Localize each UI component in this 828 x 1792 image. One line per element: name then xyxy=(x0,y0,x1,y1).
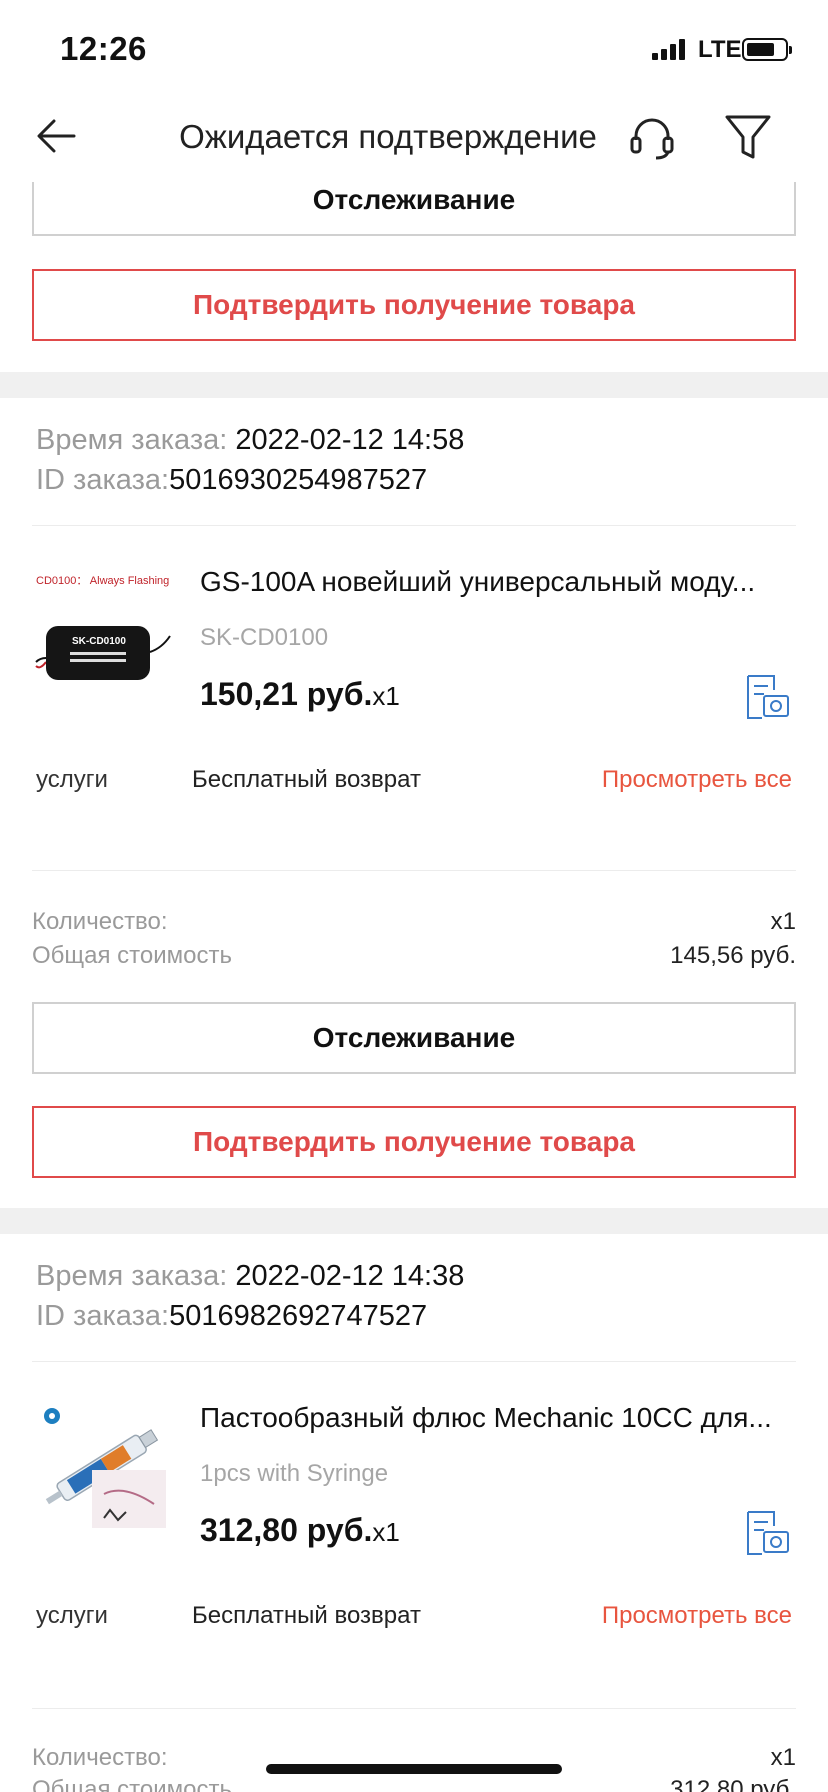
support-button[interactable] xyxy=(626,112,678,164)
divider xyxy=(32,870,796,871)
headset-icon xyxy=(630,118,674,160)
product-variant: 1pcs with Syringe xyxy=(200,1460,389,1487)
view-all-link[interactable]: Просмотреть все xyxy=(602,766,792,794)
app-header: Ожидается подтверждение xyxy=(0,92,828,182)
quantity-label: Количество: xyxy=(32,908,168,935)
order-id: ID заказа:5016930254987527 xyxy=(36,464,428,496)
services-label: услуги xyxy=(36,766,108,793)
divider xyxy=(32,1361,796,1362)
battery-icon xyxy=(742,38,792,61)
services-value: Бесплатный возврат xyxy=(192,1602,421,1629)
image-caption: CD0100： Always Flashing xyxy=(36,575,169,587)
image-device-label: SK-CD0100 xyxy=(72,636,126,647)
view-all-link[interactable]: Просмотреть все xyxy=(602,1602,792,1630)
divider xyxy=(32,525,796,526)
services-label: услуги xyxy=(36,1602,108,1629)
signal-icon xyxy=(652,38,688,60)
photo-review-icon xyxy=(747,1511,789,1555)
product-price: 150,21 руб.x1 xyxy=(200,676,400,712)
orders-list: Отслеживание Подтвердить получение товар… xyxy=(0,182,828,1792)
order-id: ID заказа:5016982692747527 xyxy=(36,1300,428,1332)
photo-review-button[interactable] xyxy=(744,1510,790,1556)
tracking-button[interactable]: Отслеживание xyxy=(32,1002,796,1074)
quantity-value: x1 xyxy=(770,908,796,935)
product-variant: SK-CD0100 xyxy=(200,624,329,651)
status-time: 12:26 xyxy=(60,30,147,67)
network-label: LTE xyxy=(698,36,742,63)
quantity-label: Количество: xyxy=(32,1744,168,1771)
total-label: Общая стоимость xyxy=(32,1776,232,1792)
total-value: 312,80 руб. xyxy=(670,1776,796,1792)
product-title[interactable]: GS-100A новейший универсальный моду... xyxy=(200,566,790,598)
product-image[interactable] xyxy=(34,1394,176,1536)
order-time: Время заказа: 2022-02-12 14:38 xyxy=(36,1260,465,1292)
order-time: Время заказа: 2022-02-12 14:58 xyxy=(36,424,465,456)
tracking-button[interactable]: Отслеживание xyxy=(32,182,796,236)
divider xyxy=(32,1708,796,1709)
confirm-receipt-button[interactable]: Подтвердить получение товара xyxy=(32,1106,796,1178)
services-value: Бесплатный возврат xyxy=(192,766,421,793)
photo-review-button[interactable] xyxy=(744,674,790,720)
total-label: Общая стоимость xyxy=(32,942,232,969)
home-indicator[interactable] xyxy=(266,1764,562,1774)
filter-icon xyxy=(725,115,771,159)
total-value: 145,56 руб. xyxy=(670,942,796,969)
section-separator xyxy=(0,372,828,398)
section-separator xyxy=(0,1208,828,1234)
filter-button[interactable] xyxy=(722,110,774,164)
status-bar: 12:26 LTE xyxy=(0,0,828,92)
photo-review-icon xyxy=(747,675,789,719)
quantity-value: x1 xyxy=(770,1744,796,1771)
product-image[interactable]: CD0100： Always Flashing SK-CD0100 xyxy=(34,566,176,708)
product-price: 312,80 руб.x1 xyxy=(200,1512,400,1548)
product-title[interactable]: Пастообразный флюс Mechanic 10CC для... xyxy=(200,1402,790,1434)
confirm-receipt-button[interactable]: Подтвердить получение товара xyxy=(32,269,796,341)
